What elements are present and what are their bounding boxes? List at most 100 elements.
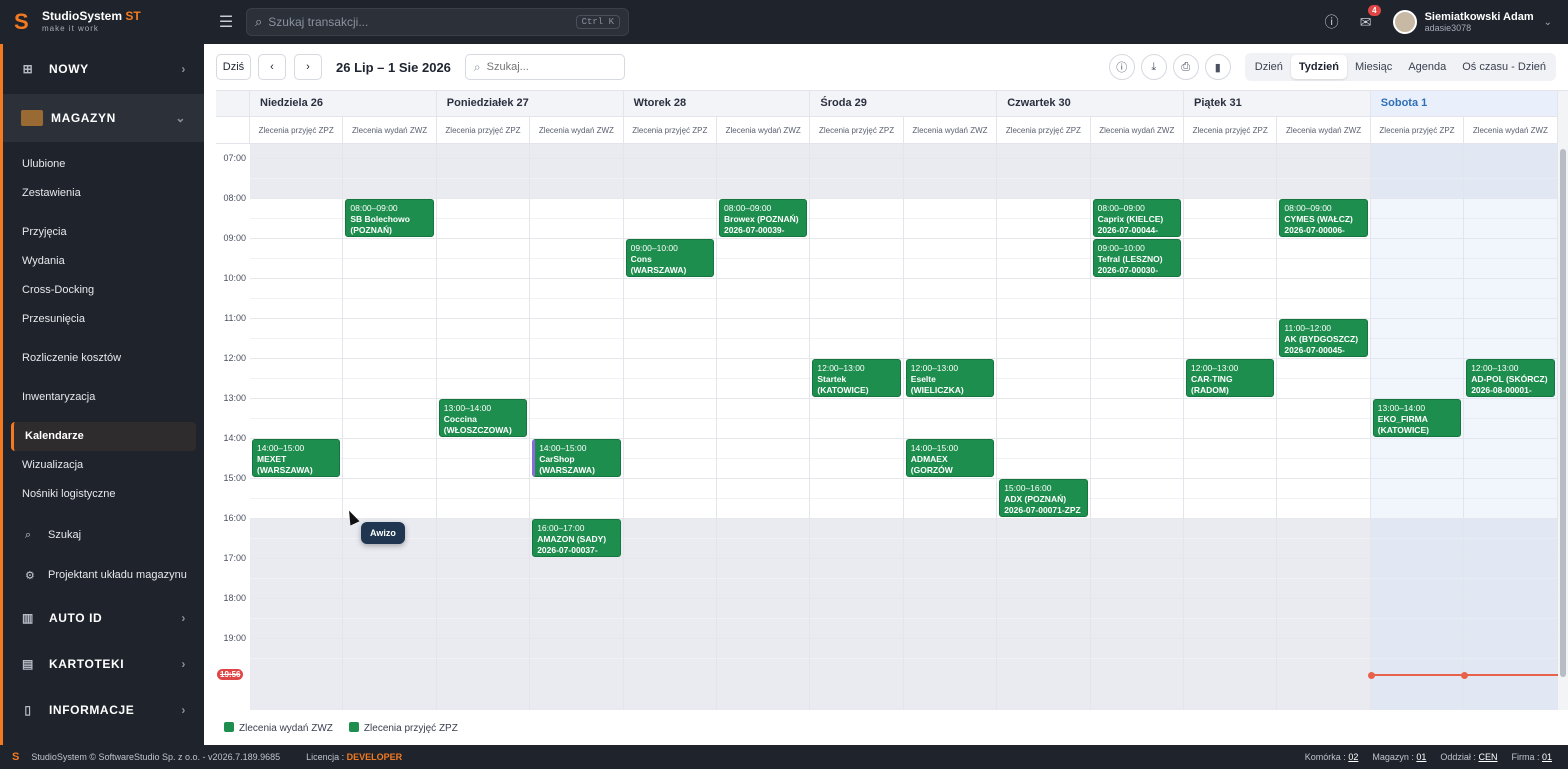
transaction-search[interactable]: ⌕ Ctrl K <box>246 8 629 36</box>
magazyn-info[interactable]: Magazyn : 01 <box>1372 752 1426 762</box>
license-info: Licencja : DEVELOPER <box>306 752 402 762</box>
resource-column[interactable] <box>1464 144 1558 710</box>
calendar-event[interactable]: 12:00–13:00Eselte (WIELICZKA)2026-07-000… <box>905 359 995 397</box>
firma-label: Firma : <box>1511 752 1540 762</box>
sidebar-item-kalendarze[interactable]: Kalendarze <box>11 422 196 451</box>
view-week-button[interactable]: Tydzień <box>1290 55 1348 79</box>
magazyn-label: Magazyn : <box>1372 752 1414 762</box>
sidebar-group-magazyn[interactable]: MAGAZYN ⌄ <box>3 94 204 142</box>
oddzial-info[interactable]: Oddział : CEN <box>1440 752 1497 762</box>
sidebar-group-nowy[interactable]: ⊞ NOWY › <box>3 46 204 92</box>
event-title: MEXET (WARSZAWA) <box>257 454 313 475</box>
legend-item-zwz: Zlecenia wydań ZWZ <box>224 722 333 734</box>
resource-column[interactable] <box>1184 144 1278 710</box>
calendar-event[interactable]: 09:00–10:00Cons (WARSZAWA)2026-07-00062 <box>625 239 714 277</box>
sidebar-group-informacje[interactable]: ▯ INFORMACJE › <box>3 687 204 733</box>
resource-column[interactable] <box>810 144 904 710</box>
day-header[interactable]: Wtorek 28 <box>623 91 811 117</box>
mail-icon[interactable]: ✉ 4 <box>1349 4 1383 31</box>
view-day-button[interactable]: Dzień <box>1247 55 1291 79</box>
download-icon[interactable]: ⤓ <box>1140 54 1167 80</box>
app-logo[interactable]: S StudioSystem ST make it work <box>0 10 204 34</box>
event-time: 15:00–16:00 <box>1004 483 1052 493</box>
avatar[interactable] <box>1392 10 1417 34</box>
resource-column-header: Zlecenia wydań ZWZ <box>530 117 624 144</box>
info-icon[interactable]: ⓘ <box>1315 12 1349 32</box>
calendar-event[interactable]: 14:00–15:00CarShop (WARSZAWA)2026-07-000… <box>532 439 621 477</box>
sidebar-item-przesuniecia[interactable]: Przesunięcia <box>3 305 204 334</box>
sidebar-group-kartoteki[interactable]: ▤ KARTOTEKI › <box>3 641 204 687</box>
search-shortcut: Ctrl K <box>575 15 620 29</box>
hour-label: 10:00 <box>223 273 246 283</box>
sidebar-search[interactable]: ⌕ Szukaj <box>3 515 204 555</box>
view-month-button[interactable]: Miesiąc <box>1347 55 1400 79</box>
sidebar-item-wydania[interactable]: Wydania <box>3 247 204 276</box>
sidebar-item-przyjecia[interactable]: Przyjęcia <box>3 218 204 247</box>
sidebar-item-nosniki[interactable]: Nośniki logistyczne <box>3 480 204 509</box>
sidebar-item-cross-docking[interactable]: Cross-Docking <box>3 276 204 305</box>
sidebar-group-auto-id[interactable]: ▥ AUTO ID › <box>3 595 204 641</box>
calendar-event[interactable]: 09:00–10:00 Tefral (LESZNO) 2026-07-00030-… <box>1092 239 1181 277</box>
vertical-scrollbar[interactable] <box>1558 91 1568 710</box>
calendar-search-input[interactable] <box>486 61 607 73</box>
event-doc-number: 2026-07-00070 <box>1191 396 1269 397</box>
resource-column[interactable] <box>530 144 624 710</box>
calendar-event[interactable]: 08:00–09:00 Browex (POZNAŃ) 2026-07-00039-… <box>719 199 808 237</box>
komorka-info[interactable]: Komórka : 02 <box>1305 752 1359 762</box>
today-button[interactable]: Dziś <box>216 54 251 80</box>
resource-column[interactable] <box>904 144 998 710</box>
resource-column[interactable] <box>624 144 717 710</box>
sidebar-item-zestawienia[interactable]: Zestawienia <box>3 179 204 208</box>
calendar-event[interactable]: 16:00–17:00AMAZON (SADY)2026-07-00037-ZW… <box>532 519 621 557</box>
chart-icon[interactable]: ▮ <box>1204 54 1231 80</box>
sidebar-layout-designer[interactable]: ⚙ Projektant układu magazynu <box>3 555 204 595</box>
info-icon[interactable]: ⓘ <box>1108 54 1135 80</box>
day-header[interactable]: Środa 29 <box>810 91 998 117</box>
designer-icon: ⚙ <box>25 569 35 582</box>
day-header[interactable]: Czwartek 30 <box>997 91 1184 117</box>
calendar-event[interactable]: 12:00–13:00Startek (KATOWICE)2026-07-000… <box>812 359 901 397</box>
resource-column-header: Zlecenia wydań ZWZ <box>1464 117 1558 144</box>
menu-collapse-icon[interactable]: ☰ <box>206 12 246 32</box>
prev-week-button[interactable]: ‹ <box>258 54 286 80</box>
warehouse-icon <box>21 110 43 126</box>
view-agenda-button[interactable]: Agenda <box>1400 55 1454 79</box>
calendar-event[interactable]: 14:00–15:00MEXET (WARSZAWA)2026-07-00012 <box>252 439 341 477</box>
chevron-right-icon: › <box>181 703 186 717</box>
chevron-right-icon: › <box>181 657 186 671</box>
event-title: Eselte (WIELICZKA) <box>910 374 964 395</box>
calendar-event[interactable]: 08:00–09:00SB Bolechowo (POZNAŃ)2026-07-… <box>345 199 434 237</box>
calendar-event[interactable]: 08:00–09:00 Caprix (KIELCE) 2026-07-00044-… <box>1092 199 1181 237</box>
firma-info[interactable]: Firma : 01 <box>1511 752 1552 762</box>
calendar-event[interactable]: 13:00–14:00Coccina (WŁOSZCZOWA)2026-07-0… <box>438 399 528 437</box>
sidebar-item-rozliczenie-kosztow[interactable]: Rozliczenie kosztów <box>3 344 204 373</box>
event-time: 09:00–10:00 <box>630 243 678 253</box>
sidebar-item-ulubione[interactable]: Ulubione <box>3 150 204 179</box>
calendar-event[interactable]: 14:00–15:00ADMAEX (GORZÓW WIELKOPOLSKI)2… <box>905 439 995 477</box>
event-title: Cons (WARSZAWA) <box>630 254 687 275</box>
day-header[interactable]: Niedziela 26 <box>250 91 437 117</box>
next-week-button[interactable]: › <box>294 54 322 80</box>
hour-label: 19:00 <box>223 633 246 643</box>
calendar-event[interactable]: 11:00–12:00AK (BYDGOSZCZ)2026-07-00045-Z… <box>1279 319 1368 357</box>
calendar-event[interactable]: 12:00–13:00CAR-TING (RADOM)2026-07-00070 <box>1186 359 1275 397</box>
sidebar-item-wizualizacja[interactable]: Wizualizacja <box>3 451 204 480</box>
resource-column[interactable] <box>997 144 1091 710</box>
calendar-event[interactable]: 08:00–09:00CYMES (WAŁCZ)2026-07-00006-ZW… <box>1279 199 1368 237</box>
calendar-event[interactable]: 13:00–14:00EKO_FIRMA (KATOWICE)2026-08-0… <box>1372 399 1462 437</box>
calendar-event[interactable]: 12:00–13:00 AD-POL (SKÓRCZ) 2026-08-00001-… <box>1466 359 1555 397</box>
print-icon[interactable]: ⎙ <box>1172 54 1199 80</box>
transaction-search-input[interactable] <box>268 15 576 29</box>
view-timeline-button[interactable]: Oś czasu - Dzień <box>1454 55 1554 79</box>
calendar-search[interactable]: ⌕ <box>464 54 625 80</box>
calendar-event[interactable]: 15:00–16:00 ADX (POZNAŃ) 2026-07-00071-ZPZ <box>999 479 1088 517</box>
event-title: Caprix (KIELCE) <box>1097 214 1164 224</box>
resource-column[interactable] <box>250 144 344 710</box>
user-menu[interactable]: Siemiatkowski Adam adasie3078 <box>1425 11 1534 34</box>
chevron-down-icon[interactable]: ⌄ <box>1544 17 1552 28</box>
day-header[interactable]: Poniedziałek 27 <box>436 91 624 117</box>
scrollbar-thumb[interactable] <box>1560 149 1566 677</box>
day-header[interactable]: Piątek 31 <box>1184 91 1371 117</box>
sidebar-item-inwentaryzacja[interactable]: Inwentaryzacja <box>3 383 204 412</box>
day-header[interactable]: Sobota 1 <box>1370 91 1558 117</box>
